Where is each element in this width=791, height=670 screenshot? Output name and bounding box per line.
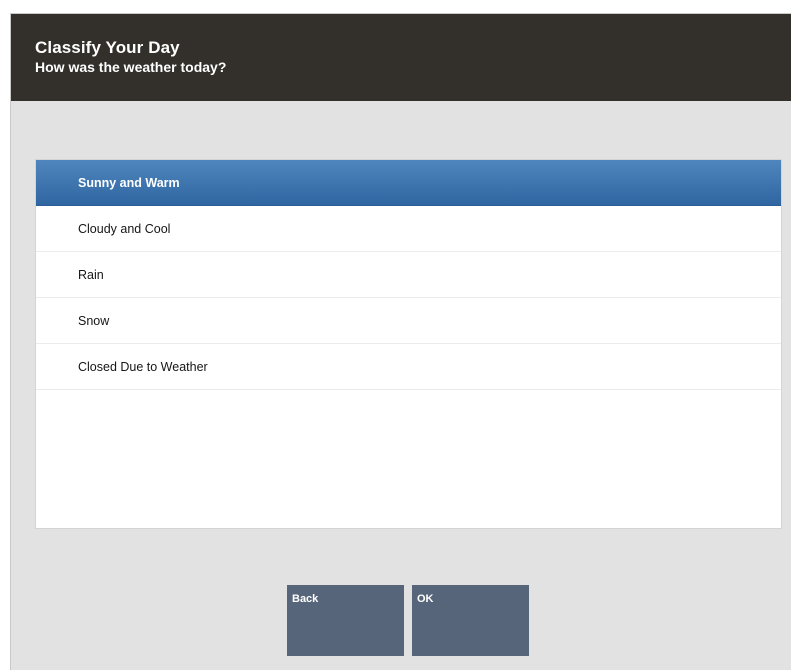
back-button[interactable]: Back [287, 585, 404, 656]
option-label: Sunny and Warm [78, 175, 180, 190]
option-cloudy-and-cool[interactable]: Cloudy and Cool [36, 206, 781, 252]
option-rain[interactable]: Rain [36, 252, 781, 298]
ok-button[interactable]: OK [412, 585, 529, 656]
option-label: Closed Due to Weather [78, 359, 208, 374]
weather-option-list: Sunny and Warm Cloudy and Cool Rain Snow… [35, 159, 782, 529]
prompt-window: Classify Your Day How was the weather to… [10, 13, 791, 670]
prompt-header: Classify Your Day How was the weather to… [11, 14, 791, 101]
option-label: Rain [78, 267, 104, 282]
option-snow[interactable]: Snow [36, 298, 781, 344]
prompt-question: How was the weather today? [35, 59, 227, 75]
option-label: Cloudy and Cool [78, 221, 171, 236]
back-button-label: Back [292, 593, 319, 605]
ok-button-label: OK [417, 593, 434, 605]
page-title: Classify Your Day [35, 38, 180, 57]
option-sunny-and-warm[interactable]: Sunny and Warm [36, 160, 781, 206]
option-label: Snow [78, 313, 110, 328]
option-closed-due-to-weather[interactable]: Closed Due to Weather [36, 344, 781, 390]
